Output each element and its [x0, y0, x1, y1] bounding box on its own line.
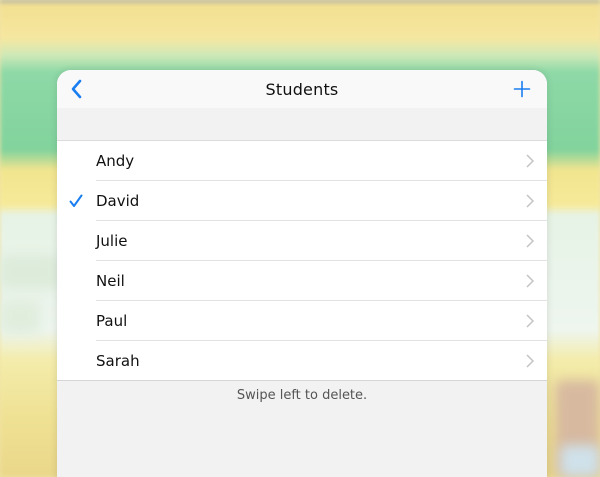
list-item-david[interactable]: David [57, 181, 547, 221]
chevron-right-icon [526, 194, 535, 208]
chevron-left-icon [71, 79, 82, 99]
back-button[interactable] [66, 79, 86, 99]
plus-icon [513, 80, 531, 98]
student-name: Paul [96, 312, 128, 330]
chevron-right-icon [526, 354, 535, 368]
checkmark-icon [69, 194, 83, 207]
student-name: Neil [96, 272, 125, 290]
background-blur-shape [0, 300, 40, 334]
navigation-bar: Students [57, 70, 547, 108]
add-student-button[interactable] [512, 79, 532, 99]
list-item-julie[interactable]: Julie [57, 221, 547, 261]
chevron-right-icon [526, 314, 535, 328]
row-divider [57, 380, 547, 381]
student-name: Sarah [96, 352, 140, 370]
list-item-neil[interactable]: Neil [57, 261, 547, 301]
students-sheet: Students Andy David Julie Neil Paul Sara… [57, 70, 547, 477]
swipe-hint: Swipe left to delete. [57, 381, 547, 477]
chevron-right-icon [526, 234, 535, 248]
background-blur-shape [0, 255, 60, 289]
page-title: Students [265, 79, 339, 99]
student-name: Julie [96, 232, 128, 250]
student-name: Andy [96, 152, 135, 170]
list-item-sarah[interactable]: Sarah [57, 341, 547, 381]
section-header-spacer [57, 108, 547, 141]
list-item-andy[interactable]: Andy [57, 141, 547, 181]
chevron-right-icon [526, 154, 535, 168]
student-list: Andy David Julie Neil Paul Sarah [57, 141, 547, 381]
chevron-right-icon [526, 274, 535, 288]
list-item-paul[interactable]: Paul [57, 301, 547, 341]
student-name: David [96, 192, 140, 210]
background-blur-shape [560, 445, 600, 477]
